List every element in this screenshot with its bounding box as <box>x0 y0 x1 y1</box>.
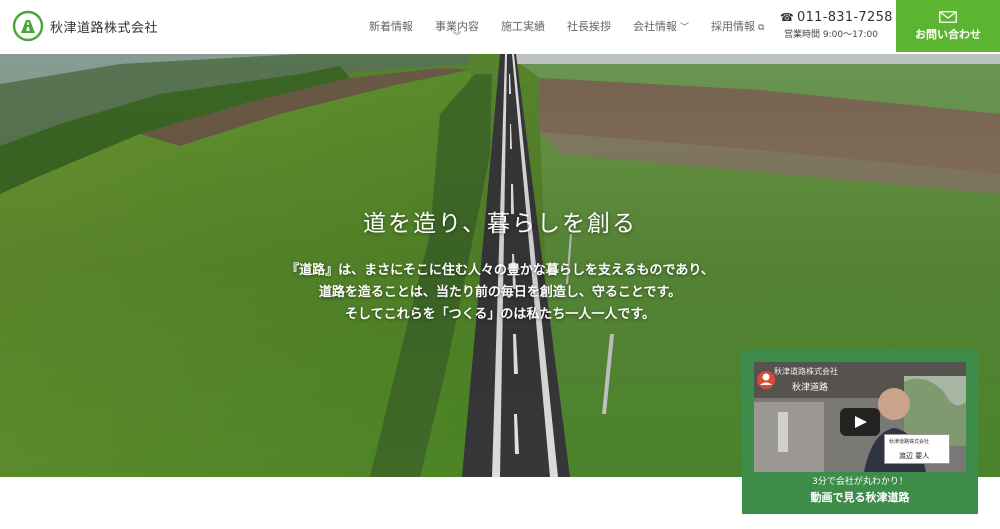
phone-number[interactable]: ☎ 011-831-7258 <box>780 10 893 25</box>
external-link-icon: ⧉ <box>758 23 765 33</box>
nav-greeting-label: 社長挨拶 <box>567 20 611 33</box>
play-icon[interactable] <box>840 408 880 436</box>
hero-title: 道を造り、暮らしを創る <box>362 211 638 237</box>
hero-description-line: 道路を造ることは、当たり前の毎日を創造し、守ることです。 <box>318 285 682 300</box>
main-nav: 新着情報 事業内容 ︾ 施工実績 社長挨拶 会社情報 ﹀ 採用情報 ⧉ <box>358 16 775 42</box>
business-hours: 営業時間 9:00〜17:00 <box>784 30 879 40</box>
video-thumbnail-channel: 秋津道路 <box>792 383 829 393</box>
contact-info: ☎ 011-831-7258 営業時間 9:00〜17:00 <box>780 10 893 40</box>
nav-company[interactable]: 会社情報 ﹀ <box>622 16 700 38</box>
company-name: 秋津道路株式会社 <box>50 20 159 36</box>
company-logo-icon <box>12 10 44 42</box>
nav-recruit[interactable]: 採用情報 ⧉ <box>700 16 775 38</box>
company-logo[interactable]: 秋津道路株式会社 <box>12 10 158 42</box>
video-caption-sub: 3分で会社が丸わかり！ <box>812 477 908 487</box>
nav-company-label: 会社情報 <box>633 20 677 33</box>
site-header: 秋津道路株式会社 新着情報 事業内容 ︾ 施工実績 社長挨拶 会社情報 ﹀ 採用情報… <box>0 0 1000 54</box>
nav-business[interactable]: 事業内容 ︾ <box>424 16 490 42</box>
chevron-down-icon: ﹀ <box>680 23 690 33</box>
nav-works[interactable]: 施工実績 <box>490 16 556 38</box>
page: 秋津道路株式会社 新着情報 事業内容 ︾ 施工実績 社長挨拶 会社情報 ﹀ 採用情報… <box>0 0 1000 529</box>
double-chevron-down-icon: ︾ <box>452 32 462 42</box>
nav-news[interactable]: 新着情報 <box>358 16 424 38</box>
nav-recruit-label: 採用情報 <box>711 20 756 33</box>
hero-description-line: 『道路』は、まさにそこに住む人々の豊かな暮らしを支えるものであり、 <box>286 263 714 278</box>
name-card-name: 渡辺 要人 <box>899 452 930 460</box>
video-thumbnail[interactable]: 秋津道路株式会社 秋津道路 秋津道路株式会社 渡辺 要人 <box>754 362 966 472</box>
nav-works-label: 施工実績 <box>501 20 545 33</box>
video-caption: 3分で会社が丸わかり！ 動画で見る秋津道路 <box>742 476 978 508</box>
name-card: 秋津道路株式会社 渡辺 要人 <box>884 434 950 464</box>
company-video-card[interactable]: 秋津道路株式会社 秋津道路 秋津道路株式会社 渡辺 要人 3分で会社が丸わかり！… <box>742 350 978 514</box>
video-caption-main: 動画で見る秋津道路 <box>810 491 910 504</box>
hero-description: 『道路』は、まさにそこに住む人々の豊かな暮らしを支えるものであり、 道路を造るこ… <box>0 260 1000 326</box>
nav-news-label: 新着情報 <box>369 20 413 33</box>
contact-button[interactable]: お問い合わせ <box>896 0 1000 52</box>
mail-icon <box>939 10 957 23</box>
name-card-company: 秋津道路株式会社 <box>889 439 930 445</box>
hero-description-line: そしてこれらを「つくる」のは私たち一人一人です。 <box>344 307 656 322</box>
phone-text: 011-831-7258 <box>797 10 893 25</box>
phone-icon: ☎ <box>780 11 795 24</box>
contact-button-label: お問い合わせ <box>915 27 981 41</box>
nav-greeting[interactable]: 社長挨拶 <box>556 16 622 38</box>
video-thumbnail-header: 秋津道路株式会社 <box>774 367 838 376</box>
